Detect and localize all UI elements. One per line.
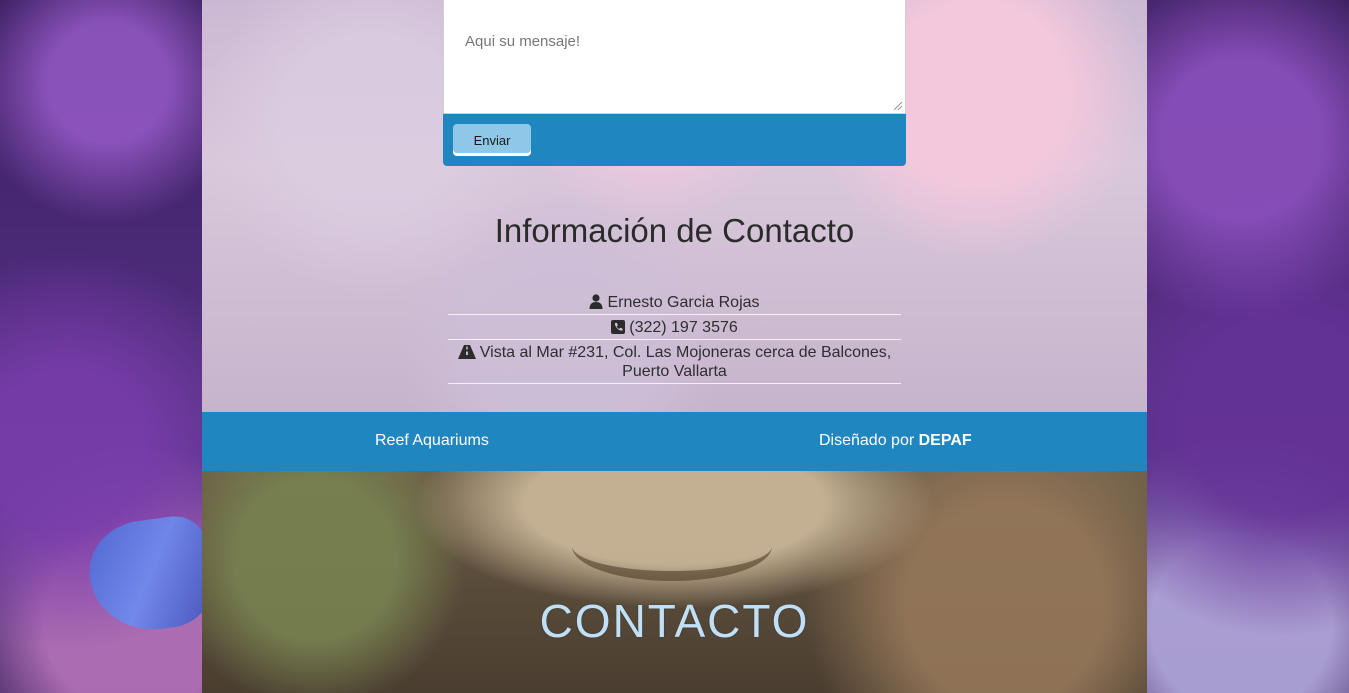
footer-credit: Diseñado por DEPAF: [819, 432, 972, 450]
contact-address-text: Vista al Mar #231, Col. Las Mojoneras ce…: [479, 344, 892, 380]
send-button[interactable]: Enviar: [453, 124, 531, 156]
resize-handle-icon[interactable]: [894, 102, 902, 110]
hero-title: CONTACTO: [539, 595, 810, 647]
road-icon: [457, 345, 476, 359]
contact-form: Aqui su mensaje! Enviar: [443, 0, 906, 166]
footer-credit-prefix: Diseñado por: [819, 432, 915, 449]
contact-item-phone: (322) 197 3576: [448, 315, 901, 340]
contact-info-title: Información de Contacto: [494, 212, 855, 249]
background-fish-image: [82, 512, 218, 638]
form-footer: Enviar: [443, 114, 906, 166]
user-icon: [589, 294, 603, 309]
footer-site-name: Reef Aquariums: [375, 432, 489, 449]
hero-fish-image: [572, 511, 772, 581]
contact-hero-banner: CONTACTO: [202, 471, 1147, 693]
contact-phone-text: (322) 197 3576: [629, 319, 738, 336]
footer-bar: Reef Aquariums Diseñado por DEPAF: [202, 412, 1147, 471]
phone-icon: [611, 320, 626, 334]
footer-credit-brand[interactable]: DEPAF: [919, 432, 972, 449]
contact-item-name: Ernesto Garcia Rojas: [448, 290, 901, 315]
contact-item-address: Vista al Mar #231, Col. Las Mojoneras ce…: [448, 340, 901, 384]
message-textarea[interactable]: Aqui su mensaje!: [443, 12, 906, 114]
contact-info-list: Ernesto Garcia Rojas (322) 197 3576 Vist…: [448, 290, 901, 384]
contact-name-text: Ernesto Garcia Rojas: [607, 294, 760, 311]
message-placeholder: Aqui su mensaje!: [465, 33, 581, 50]
